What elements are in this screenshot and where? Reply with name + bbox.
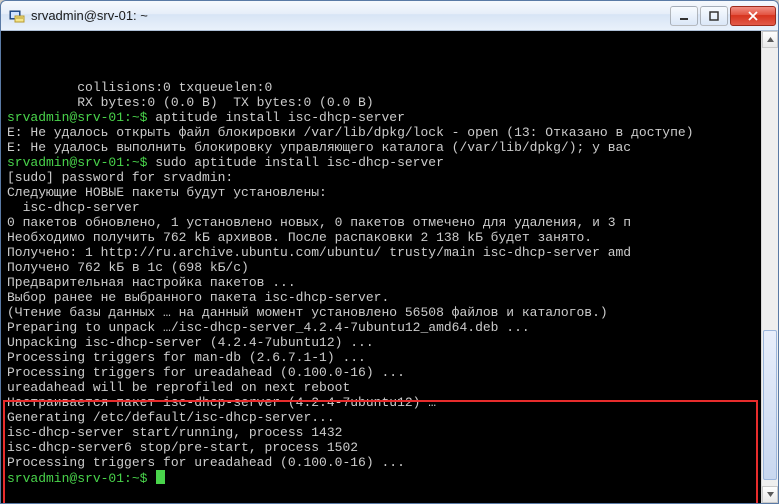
scroll-up-button[interactable] [762, 31, 778, 48]
shell-prompt: srvadmin@srv-01:~$ [7, 110, 155, 125]
cursor [156, 470, 165, 484]
terminal-line: Предварительная настройка пакетов ... [7, 275, 755, 290]
terminal-line: Получено 762 kБ в 1с (698 kБ/c) [7, 260, 755, 275]
terminal-line: ureadahead will be reprofiled on next re… [7, 380, 755, 395]
terminal-line: RX bytes:0 (0.0 B) TX bytes:0 (0.0 B) [7, 95, 755, 110]
terminal-line: Preparing to unpack …/isc-dhcp-server_4.… [7, 320, 755, 335]
maximize-button[interactable] [700, 6, 728, 26]
terminal-line: Следующие НОВЫЕ пакеты будут установлены… [7, 185, 755, 200]
vertical-scrollbar[interactable] [761, 31, 778, 503]
putty-icon [9, 8, 25, 24]
titlebar[interactable]: srvadmin@srv-01: ~ [1, 1, 778, 31]
scrollbar-track[interactable] [762, 48, 778, 486]
terminal-line: [sudo] password for srvadmin: [7, 170, 755, 185]
terminal-line: Настраивается пакет isc-dhcp-server (4.2… [7, 395, 755, 410]
terminal-line: Выбор ранее не выбранного пакета isc-dhc… [7, 290, 755, 305]
terminal-line: (Чтение базы данных … на данный момент у… [7, 305, 755, 320]
terminal-line: Получено: 1 http://ru.archive.ubuntu.com… [7, 245, 755, 260]
window-title: srvadmin@srv-01: ~ [31, 8, 668, 23]
terminal-line: Unpacking isc-dhcp-server (4.2.4-7ubuntu… [7, 335, 755, 350]
terminal-line: Generating /etc/default/isc-dhcp-server.… [7, 410, 755, 425]
command-text: aptitude install isc-dhcp-server [155, 110, 405, 125]
scroll-down-button[interactable] [762, 486, 778, 503]
app-window: srvadmin@srv-01: ~ collisions:0 txqueuel… [0, 0, 779, 504]
client-area: collisions:0 txqueuelen:0 RX bytes:0 (0.… [1, 31, 778, 503]
prompt-line: srvadmin@srv-01:~$ aptitude install isc-… [7, 110, 755, 125]
terminal-line: Processing triggers for man-db (2.6.7.1-… [7, 350, 755, 365]
terminal-line: 0 пакетов обновлено, 1 установлено новых… [7, 215, 755, 230]
terminal-line: isc-dhcp-server start/running, process 1… [7, 425, 755, 440]
close-button[interactable] [730, 6, 776, 26]
terminal-line: Processing triggers for ureadahead (0.10… [7, 365, 755, 380]
terminal-line: isc-dhcp-server [7, 200, 755, 215]
terminal-line: isc-dhcp-server6 stop/pre-start, process… [7, 440, 755, 455]
shell-prompt: srvadmin@srv-01:~$ [7, 471, 155, 486]
terminal-line: E: Не удалось выполнить блокировку управ… [7, 140, 755, 155]
terminal-line: Необходимо получить 762 kБ архивов. Посл… [7, 230, 755, 245]
terminal-line: collisions:0 txqueuelen:0 [7, 80, 755, 95]
minimize-button[interactable] [670, 6, 698, 26]
terminal-output[interactable]: collisions:0 txqueuelen:0 RX bytes:0 (0.… [1, 31, 761, 503]
terminal-line: Processing triggers for ureadahead (0.10… [7, 455, 755, 470]
scrollbar-thumb[interactable] [763, 330, 777, 480]
shell-prompt: srvadmin@srv-01:~$ [7, 155, 155, 170]
window-controls [668, 6, 776, 26]
terminal-line: E: Не удалось открыть файл блокировки /v… [7, 125, 755, 140]
command-text: sudo aptitude install isc-dhcp-server [155, 155, 444, 170]
prompt-line[interactable]: srvadmin@srv-01:~$ [7, 470, 755, 486]
prompt-line: srvadmin@srv-01:~$ sudo aptitude install… [7, 155, 755, 170]
